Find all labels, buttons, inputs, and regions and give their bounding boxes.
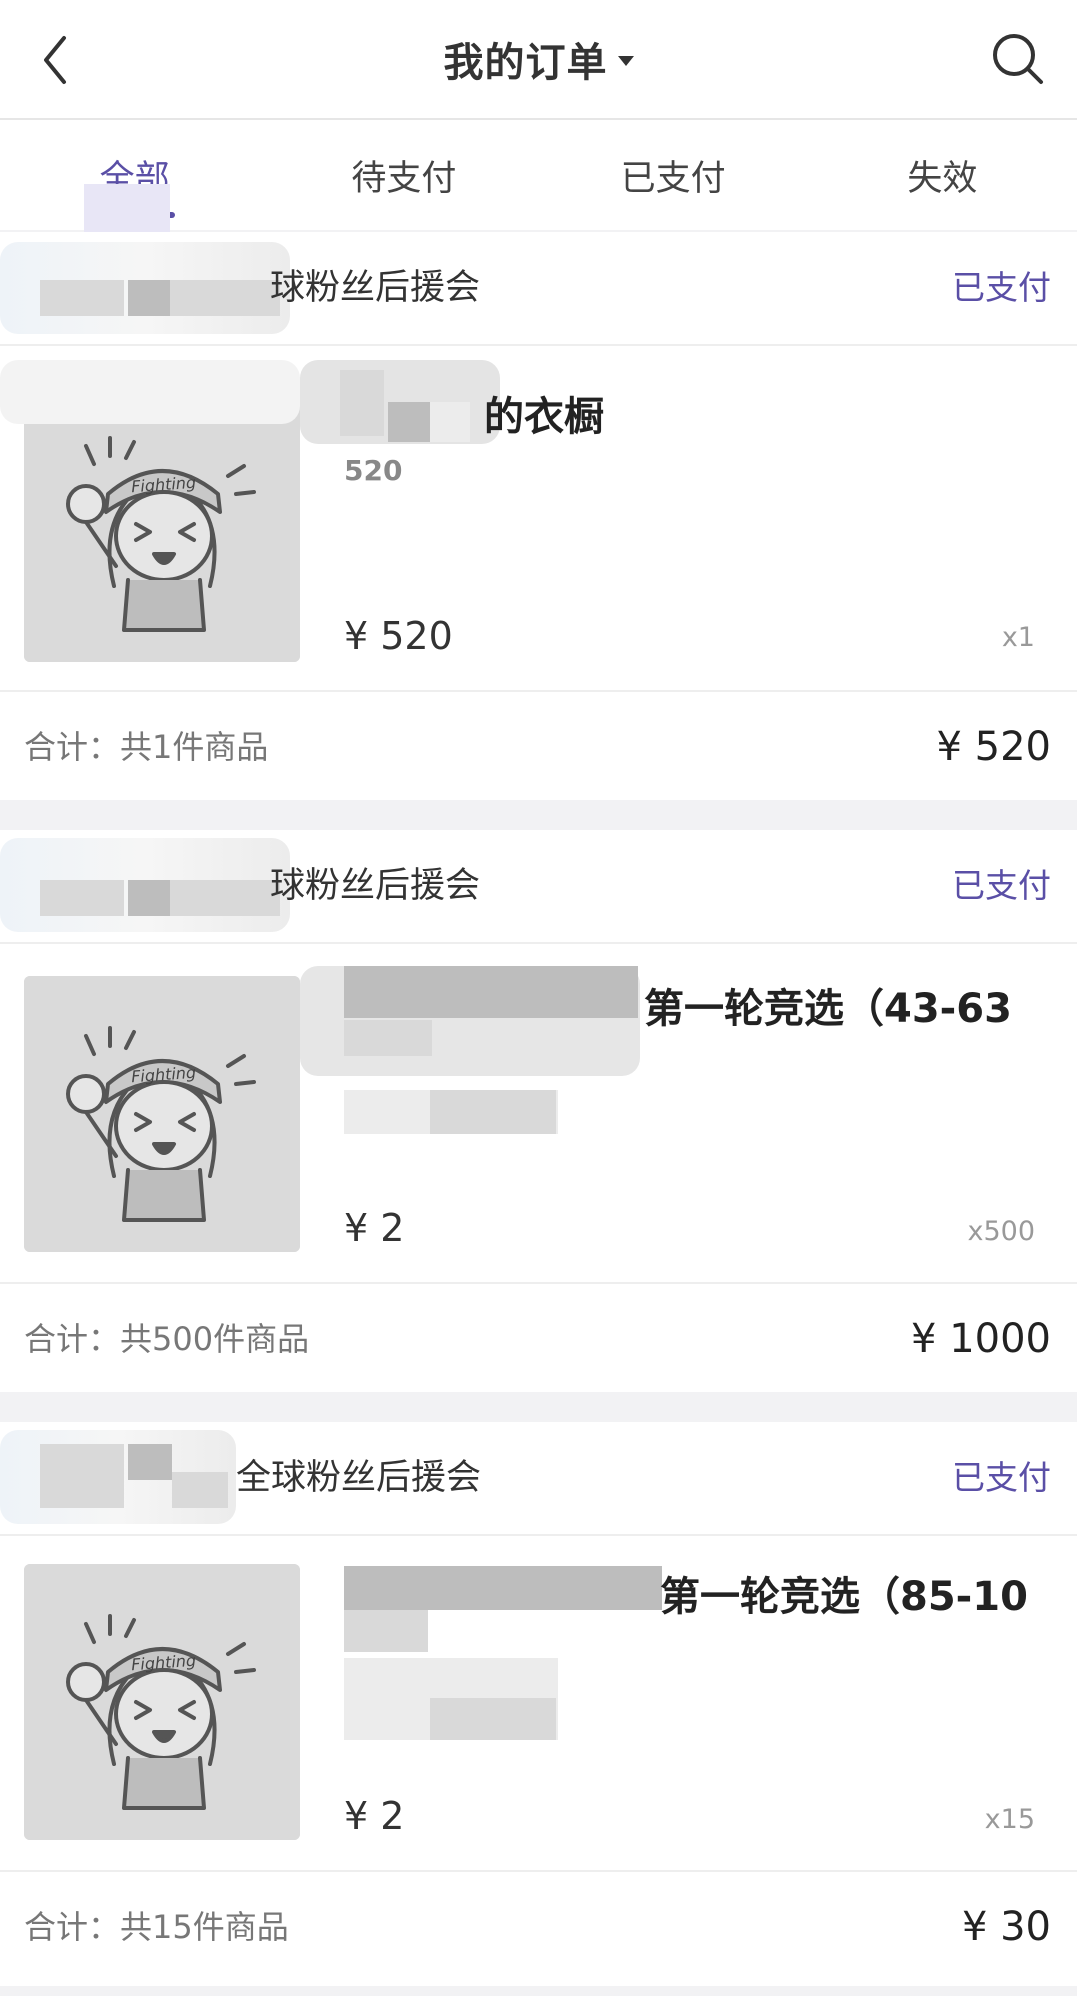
order-header: 全球粉丝后援会 已支付 [0, 1422, 1077, 1536]
order-card[interactable]: 球粉丝后援会 已支付 Fighting 第一轮竞选（43-63 ¥ 2 x500… [0, 830, 1077, 1392]
redaction-blur [40, 1444, 124, 1508]
shop-name: 全球粉丝后援会 [236, 1458, 482, 1498]
redaction-blur [128, 1444, 172, 1480]
product-thumbnail[interactable]: Fighting [24, 976, 300, 1252]
redaction-blur [0, 360, 300, 424]
item-quantity: x15 [984, 1804, 1035, 1835]
fighting-girl-icon: Fighting [24, 976, 300, 1252]
item-quantity: x500 [967, 1216, 1035, 1247]
total-amount: ¥ 30 [961, 1904, 1051, 1950]
redaction-blur [40, 880, 124, 916]
total-label: 合计：共1件商品 [24, 728, 269, 766]
item-title: 第一轮竞选（43-63 [644, 986, 1012, 1032]
item-price: ¥ 2 [344, 1794, 405, 1838]
redaction-blur [170, 880, 280, 916]
caret-down-icon [617, 56, 634, 66]
order-status: 已支付 [952, 866, 1051, 905]
redaction-blur [340, 370, 384, 436]
item-price: ¥ 520 [344, 614, 453, 658]
item-title: 的衣橱 [484, 394, 604, 440]
redaction-blur [40, 280, 124, 316]
item-quantity: x1 [1001, 622, 1035, 653]
shop-name: 球粉丝后援会 [270, 268, 481, 308]
order-footer: 合计：共1件商品 ¥ 520 [0, 690, 1077, 802]
redaction-blur [344, 1020, 432, 1056]
fighting-girl-icon: Fighting [24, 1564, 300, 1840]
title-dropdown[interactable]: 我的订单 [0, 0, 1077, 118]
total-amount: ¥ 1000 [911, 1316, 1051, 1362]
item-title: 第一轮竞选（85-10 [660, 1574, 1028, 1620]
redaction-blur [170, 280, 280, 316]
page-title: 我的订单 [443, 40, 608, 86]
header-bar: 我的订单 [0, 0, 1077, 120]
redaction-blur [430, 402, 470, 442]
redaction-blur [430, 1698, 556, 1740]
order-header: 球粉丝后援会 已支付 [0, 232, 1077, 346]
tab-paid[interactable]: 已支付 [539, 120, 808, 230]
redaction-blur [84, 184, 170, 236]
tab-pending[interactable]: 待支付 [269, 120, 538, 230]
item-price: ¥ 2 [344, 1206, 405, 1250]
order-footer: 合计：共15件商品 ¥ 30 [0, 1870, 1077, 1982]
redaction-blur [128, 880, 170, 916]
item-subtitle: 520 [344, 454, 403, 487]
product-thumbnail[interactable]: Fighting [24, 386, 300, 662]
search-button[interactable] [987, 28, 1049, 90]
fighting-girl-icon: Fighting [24, 386, 300, 662]
order-header: 球粉丝后援会 已支付 [0, 830, 1077, 944]
redaction-blur [172, 1472, 228, 1508]
redaction-blur [388, 402, 430, 442]
product-thumbnail[interactable]: Fighting [24, 1564, 300, 1840]
order-card[interactable]: 全球粉丝后援会 已支付 Fighting 第一轮竞选（85-10 ¥ 2 x15… [0, 1422, 1077, 1986]
shop-name: 球粉丝后援会 [270, 866, 481, 906]
redaction-blur [430, 1090, 556, 1134]
order-footer: 合计：共500件商品 ¥ 1000 [0, 1282, 1077, 1394]
redaction-blur [344, 1566, 662, 1610]
redaction-blur [344, 1610, 428, 1652]
order-status: 已支付 [952, 1458, 1051, 1497]
redaction-blur [344, 966, 638, 1018]
order-status: 已支付 [952, 268, 1051, 307]
redaction-blur [128, 280, 170, 316]
total-label: 合计：共500件商品 [24, 1320, 310, 1358]
total-amount: ¥ 520 [936, 724, 1051, 770]
total-label: 合计：共15件商品 [24, 1908, 289, 1946]
tab-invalid[interactable]: 失效 [808, 120, 1077, 230]
order-card[interactable]: 球粉丝后援会 已支付 Fighting 的衣橱 520 ¥ 520 x1 合计：… [0, 232, 1077, 800]
search-icon [993, 34, 1043, 84]
